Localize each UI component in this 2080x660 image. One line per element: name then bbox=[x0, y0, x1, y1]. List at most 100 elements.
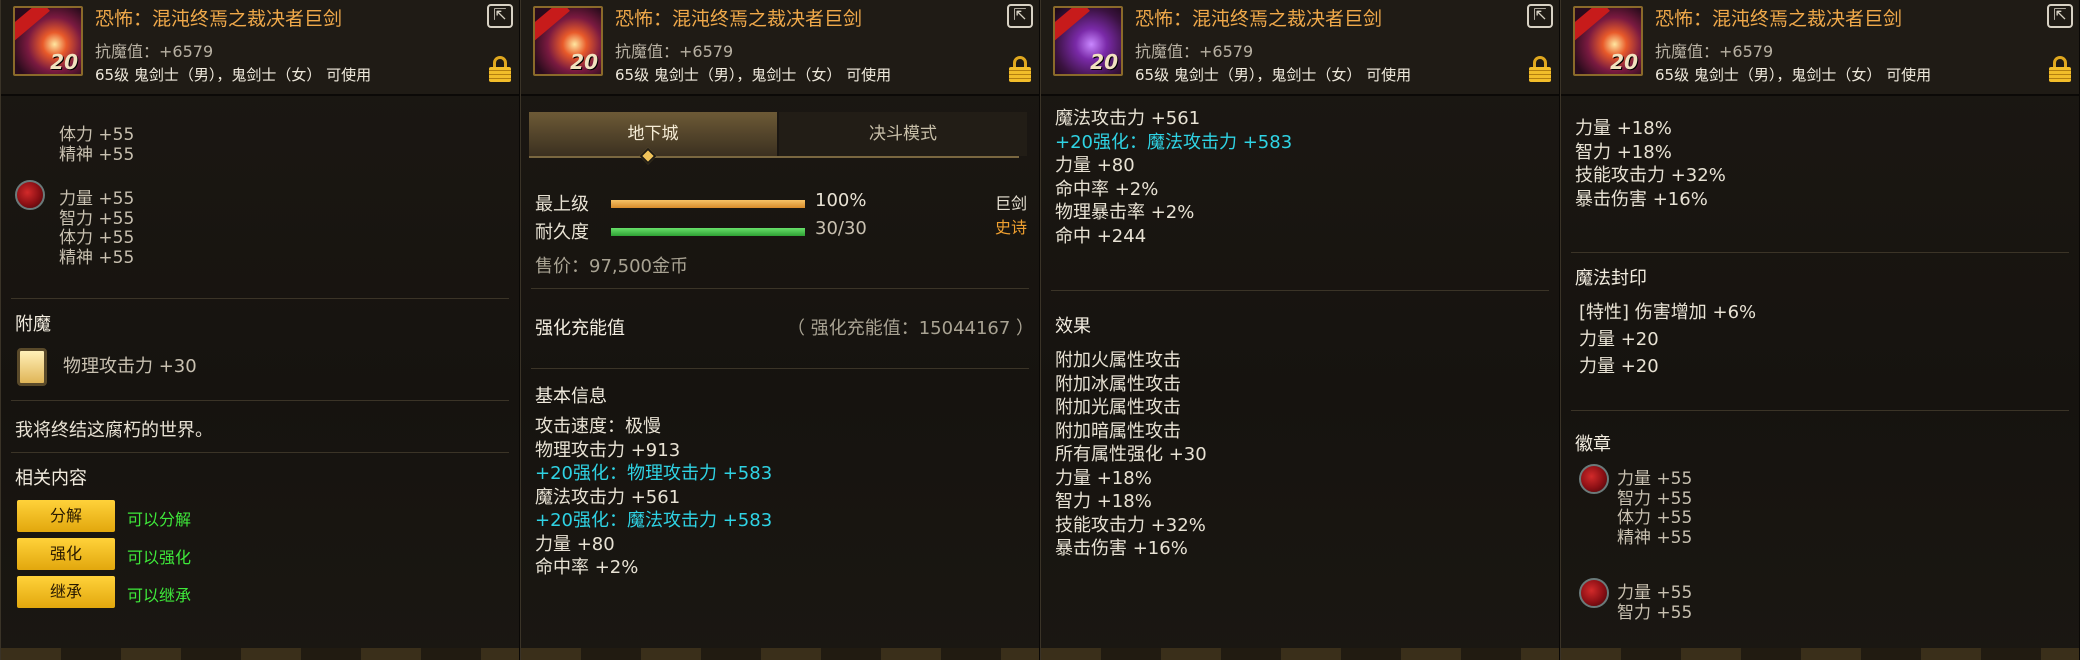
lock-icon[interactable] bbox=[489, 56, 511, 82]
emblem-red-icon bbox=[1579, 578, 1609, 608]
bottom-strip bbox=[1041, 648, 1559, 660]
charge-value: （ 强化充能值：15044167 ） bbox=[787, 318, 1035, 339]
share-icon[interactable]: ⇱ bbox=[2047, 4, 2073, 28]
stat-line: 物理暴击率 +2% bbox=[1055, 202, 1195, 223]
item-icon: 20 bbox=[1573, 6, 1643, 76]
requirement-text: 65级 鬼剑士（男），鬼剑士（女） 可使用 bbox=[615, 66, 892, 84]
ribbon-icon bbox=[535, 8, 570, 42]
lock-icon[interactable] bbox=[1009, 56, 1031, 82]
ribbon-icon bbox=[1575, 8, 1610, 42]
requirement-text: 65级 鬼剑士（男），鬼剑士（女） 可使用 bbox=[95, 66, 372, 84]
requirement-text: 65级 鬼剑士（男），鬼剑士（女） 可使用 bbox=[1655, 66, 1932, 84]
resist-value: 抗魔值：+6579 bbox=[1135, 42, 1254, 61]
resist-value: 抗魔值：+6579 bbox=[95, 42, 214, 61]
charge-label: 强化充能值 bbox=[535, 318, 625, 339]
section-emblem: 徽章 bbox=[1575, 434, 1611, 455]
action-status: 可以强化 bbox=[127, 548, 192, 567]
effect-line: 附加光属性攻击 bbox=[1055, 397, 1181, 418]
stat-line: 魔法攻击力 +561 bbox=[535, 486, 681, 508]
tab-pvp[interactable]: 决斗模式 bbox=[779, 112, 1027, 156]
effect-line: 所有属性强化 +30 bbox=[1055, 444, 1207, 465]
stat-line: 命中率 +2% bbox=[535, 557, 639, 578]
grade-label: 最上级 bbox=[535, 194, 589, 215]
bottom-strip bbox=[1561, 648, 2079, 660]
stat-line: 攻击速度：极慢 bbox=[535, 416, 661, 437]
effect-line: 附加火属性攻击 bbox=[1055, 350, 1181, 371]
action-button[interactable]: 分解 bbox=[17, 500, 115, 532]
action-button[interactable]: 继承 bbox=[17, 576, 115, 608]
item-tooltip-panel-2: 20 恐怖：混沌终焉之裁决者巨剑 抗魔值：+6579 65级 鬼剑士（男），鬼剑… bbox=[1040, 0, 1560, 660]
weapon-type: 巨剑 bbox=[995, 194, 1028, 213]
requirement-text: 65级 鬼剑士（男），鬼剑士（女） 可使用 bbox=[1135, 66, 1412, 84]
stat-line: 命中率 +2% bbox=[1055, 178, 1159, 200]
item-tooltip-panel-4: 20 恐怖：混沌终焉之裁决者巨剑 抗魔值：+6579 65级 鬼剑士（男），鬼剑… bbox=[0, 0, 520, 660]
section-effects: 效果 bbox=[1055, 316, 1091, 337]
section-basic-info: 基本信息 bbox=[535, 386, 607, 407]
lock-icon[interactable] bbox=[2049, 56, 2071, 82]
item-tooltip-panel-1: 20 恐怖：混沌终焉之裁决者巨剑 抗魔值：+6579 65级 鬼剑士（男），鬼剑… bbox=[520, 0, 1040, 660]
tab-dungeon[interactable]: 地下城 bbox=[529, 112, 777, 156]
rarity-label: 史诗 bbox=[995, 218, 1028, 237]
bottom-strip bbox=[1, 648, 519, 660]
action-button[interactable]: 强化 bbox=[17, 538, 115, 570]
bottom-strip bbox=[521, 648, 1039, 660]
stat-line: 力量 +80 bbox=[535, 533, 615, 555]
durability-value: 30/30 bbox=[815, 218, 867, 239]
share-icon[interactable]: ⇱ bbox=[1007, 4, 1033, 28]
section-related: 相关内容 bbox=[15, 468, 87, 489]
effect-line: 附加冰属性攻击 bbox=[1055, 373, 1181, 395]
enhance-bonus-line: +20强化：物理攻击力 +583 bbox=[535, 463, 773, 484]
emblem-stat-line: 精神 +55 bbox=[59, 144, 135, 165]
flavor-text: 我将终结这腐朽的世界。 bbox=[15, 420, 213, 441]
tooltip-header: 20 恐怖：混沌终焉之裁决者巨剑 抗魔值：+6579 65级 鬼剑士（男），鬼剑… bbox=[1041, 0, 1559, 96]
enhance-level: 20 bbox=[570, 50, 598, 74]
durability-bar bbox=[611, 228, 805, 236]
action-status: 可以分解 bbox=[127, 510, 192, 529]
effect-line: 智力 +18% bbox=[1575, 141, 1672, 163]
effect-line: 智力 +18% bbox=[1055, 491, 1152, 512]
enhance-bonus-line: +20强化：魔法攻击力 +583 bbox=[1055, 131, 1293, 153]
enchant-card-icon bbox=[17, 348, 47, 386]
section-enchant: 附魔 bbox=[15, 314, 51, 335]
enhance-level: 20 bbox=[50, 50, 78, 74]
effect-line: 暴击伤害 +16% bbox=[1575, 188, 1708, 210]
seal-line: 力量 +20 bbox=[1579, 356, 1659, 377]
sell-price: 售价：97,500金币 bbox=[535, 256, 688, 277]
tooltip-header: 20 恐怖：混沌终焉之裁决者巨剑 抗魔值：+6579 65级 鬼剑士（男），鬼剑… bbox=[1561, 0, 2079, 96]
share-icon[interactable]: ⇱ bbox=[487, 4, 513, 28]
emblem-red-icon bbox=[1579, 464, 1609, 494]
tooltip-header: 20 恐怖：混沌终焉之裁决者巨剑 抗魔值：+6579 65级 鬼剑士（男），鬼剑… bbox=[1, 0, 519, 96]
ribbon-icon bbox=[1055, 8, 1090, 42]
emblem-red-icon bbox=[15, 180, 45, 210]
item-icon: 20 bbox=[13, 6, 83, 76]
stat-line: 物理攻击力 +913 bbox=[535, 439, 681, 461]
seal-line: [特性] 伤害增加 +6% bbox=[1579, 302, 1757, 323]
item-title: 恐怖：混沌终焉之裁决者巨剑 bbox=[95, 8, 343, 30]
item-title: 恐怖：混沌终焉之裁决者巨剑 bbox=[1655, 8, 1903, 30]
grade-value: 100% bbox=[815, 190, 867, 211]
grade-bar bbox=[611, 200, 805, 208]
item-title: 恐怖：混沌终焉之裁决者巨剑 bbox=[615, 8, 863, 30]
enhance-level: 20 bbox=[1610, 50, 1638, 74]
emblem-stat-line: 精神 +55 bbox=[59, 247, 135, 268]
stat-line: 魔法攻击力 +561 bbox=[1055, 108, 1201, 129]
effect-line: 技能攻击力 +32% bbox=[1575, 165, 1726, 186]
lock-icon[interactable] bbox=[1529, 56, 1551, 82]
emblem-stat-line: 精神 +55 bbox=[1617, 527, 1693, 548]
ribbon-icon bbox=[15, 8, 50, 42]
effect-line: 力量 +18% bbox=[1575, 118, 1672, 139]
effect-line: 暴击伤害 +16% bbox=[1055, 538, 1188, 559]
enhance-bonus-line: +20强化：魔法攻击力 +583 bbox=[535, 510, 773, 531]
effect-line: 技能攻击力 +32% bbox=[1055, 514, 1206, 536]
item-icon: 20 bbox=[533, 6, 603, 76]
enchant-text: 物理攻击力 +30 bbox=[63, 356, 197, 377]
share-icon[interactable]: ⇱ bbox=[1527, 4, 1553, 28]
item-icon: 20 bbox=[1053, 6, 1123, 76]
tooltip-header: 20 恐怖：混沌终焉之裁决者巨剑 抗魔值：+6579 65级 鬼剑士（男），鬼剑… bbox=[521, 0, 1039, 96]
tab-underline bbox=[529, 156, 1019, 158]
enhance-level: 20 bbox=[1090, 50, 1118, 74]
action-status: 可以继承 bbox=[127, 586, 192, 605]
seal-line: 力量 +20 bbox=[1579, 329, 1659, 350]
emblem-stat-line: 智力 +55 bbox=[1617, 602, 1693, 623]
item-title: 恐怖：混沌终焉之裁决者巨剑 bbox=[1135, 8, 1383, 30]
